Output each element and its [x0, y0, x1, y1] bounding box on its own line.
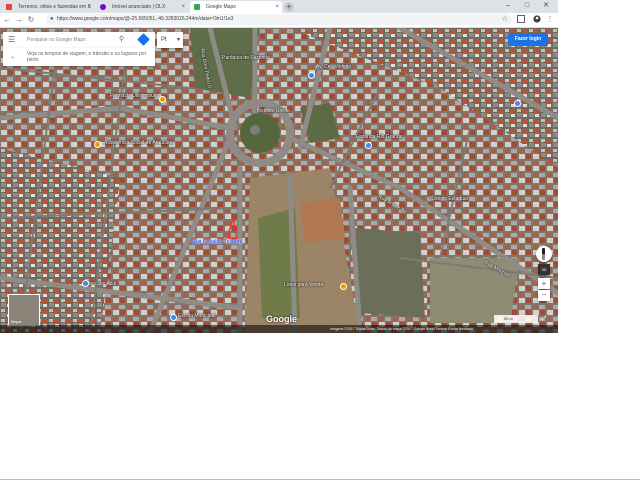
tab-terrenos[interactable]: Terrenos, sítios e fazendas em S ×	[2, 1, 94, 13]
tab-google-maps[interactable]: Google Maps ×	[190, 1, 282, 13]
favicon-icon	[194, 4, 200, 10]
browser-window: Terrenos, sítios e fazendas em S × Imóve…	[0, 0, 558, 333]
favicon-icon	[6, 4, 12, 10]
bookmark-star-icon[interactable]: ☆	[502, 14, 508, 25]
zoom-in-button[interactable]: +	[538, 278, 550, 289]
tab-bar: Terrenos, sítios e fazendas em S × Imóve…	[0, 0, 558, 13]
scale-bar[interactable]: 50 m	[494, 315, 538, 323]
place-pin-icon[interactable]	[170, 314, 177, 321]
sign-in-button[interactable]: Fazer login	[508, 33, 548, 46]
expand-icon[interactable]: ⤢	[540, 315, 548, 323]
map-label: Escola Municipal	[178, 313, 216, 319]
chevron-down-icon[interactable]: ⌄	[10, 53, 15, 60]
close-window-button[interactable]: ✕	[538, 0, 554, 13]
reload-button[interactable]: ↻	[26, 14, 36, 26]
zoom-out-button[interactable]: −	[538, 290, 550, 301]
satellite-imagery	[0, 28, 558, 333]
tab-label: Imóvel anunciado | OLX	[112, 4, 166, 10]
language-label: Pt	[161, 37, 167, 43]
back-button[interactable]: ←	[2, 14, 12, 26]
tab-label: Google Maps	[206, 4, 236, 10]
extension-icon[interactable]	[516, 15, 526, 25]
maximize-button[interactable]: □	[519, 0, 535, 13]
google-logo: Google	[266, 314, 297, 324]
new-tab-button[interactable]: +	[284, 2, 294, 12]
place-pin-icon[interactable]	[308, 72, 315, 79]
map-layer-toggle[interactable]: Mapa	[8, 294, 40, 326]
close-tab-icon[interactable]: ×	[275, 1, 279, 13]
tab-label: Terrenos, sítios e fazendas em S	[18, 4, 91, 10]
address-bar[interactable]: ● https://www.google.com/maps/@-25.56505…	[46, 14, 512, 25]
map-label: Av. Cel. Vinhoto	[316, 64, 352, 70]
language-selector[interactable]: Pt ▾	[157, 32, 183, 48]
minimize-button[interactable]: –	[500, 0, 516, 13]
pinned-place-label[interactable]: Rua Osvaldo Teixeira	[192, 239, 242, 245]
place-pin-icon[interactable]	[82, 280, 89, 287]
browser-menu-icon[interactable]: ⋮	[545, 15, 555, 25]
close-tab-icon[interactable]: ×	[181, 1, 185, 13]
satellite-map[interactable]: Rua Dom Pedro II Paróquia de Fazenda Ins…	[0, 28, 558, 333]
place-pin-icon[interactable]	[94, 141, 101, 148]
travel-info-text: Veja os tempos de viagem, o trânsito e o…	[27, 51, 147, 63]
favicon-icon	[100, 4, 106, 10]
place-pin-icon[interactable]	[365, 142, 372, 149]
attribution-text[interactable]: Imagens ©2017 DigitalGlobe, Dados do map…	[330, 325, 473, 333]
search-input[interactable]: Pesquise no Google Maps	[27, 32, 86, 48]
place-pin-icon[interactable]	[340, 283, 347, 290]
close-tab-icon[interactable]: ×	[87, 1, 91, 13]
map-label: Paróquia de Fazenda	[222, 55, 270, 61]
map-label: Fazenda Rio Grande	[356, 134, 403, 140]
minimap-label: Mapa	[11, 319, 22, 324]
tilt-3d-button[interactable]: 3D	[538, 264, 550, 275]
place-pin-icon[interactable]	[514, 100, 521, 107]
compass-icon[interactable]	[536, 246, 552, 262]
hamburger-menu-icon[interactable]: ☰	[8, 35, 15, 44]
map-label: Lotes para Venda	[284, 282, 324, 288]
url-text: https://www.google.com/maps/@-25.565051,…	[57, 16, 234, 22]
attribution-bar	[0, 325, 558, 333]
map-label: Mercado Azul	[86, 281, 117, 287]
travel-info-panel[interactable]: ⌄ Veja os tempos de viagem, o trânsito e…	[3, 48, 155, 66]
profile-icon[interactable]	[532, 15, 542, 25]
tab-olx[interactable]: Imóvel anunciado | OLX ×	[96, 1, 188, 13]
place-pin-icon[interactable]	[159, 96, 166, 103]
maps-search-box[interactable]: ☰ Pesquise no Google Maps ⚲	[3, 32, 155, 48]
browser-toolbar: ← → ↻ ● https://www.google.com/maps/@-25…	[0, 13, 558, 28]
map-label: Colégio Estadual	[430, 196, 468, 202]
map-label: Assistência Social de Araucária	[104, 140, 174, 146]
forward-button[interactable]: →	[14, 14, 24, 26]
map-label: Farmácia Ultrapopular	[110, 93, 160, 99]
lock-icon: ●	[50, 16, 54, 22]
search-icon[interactable]: ⚲	[119, 32, 124, 48]
directions-icon[interactable]	[137, 33, 150, 46]
map-label: Instituto Unilife	[257, 108, 290, 114]
chevron-down-icon: ▾	[176, 37, 180, 43]
